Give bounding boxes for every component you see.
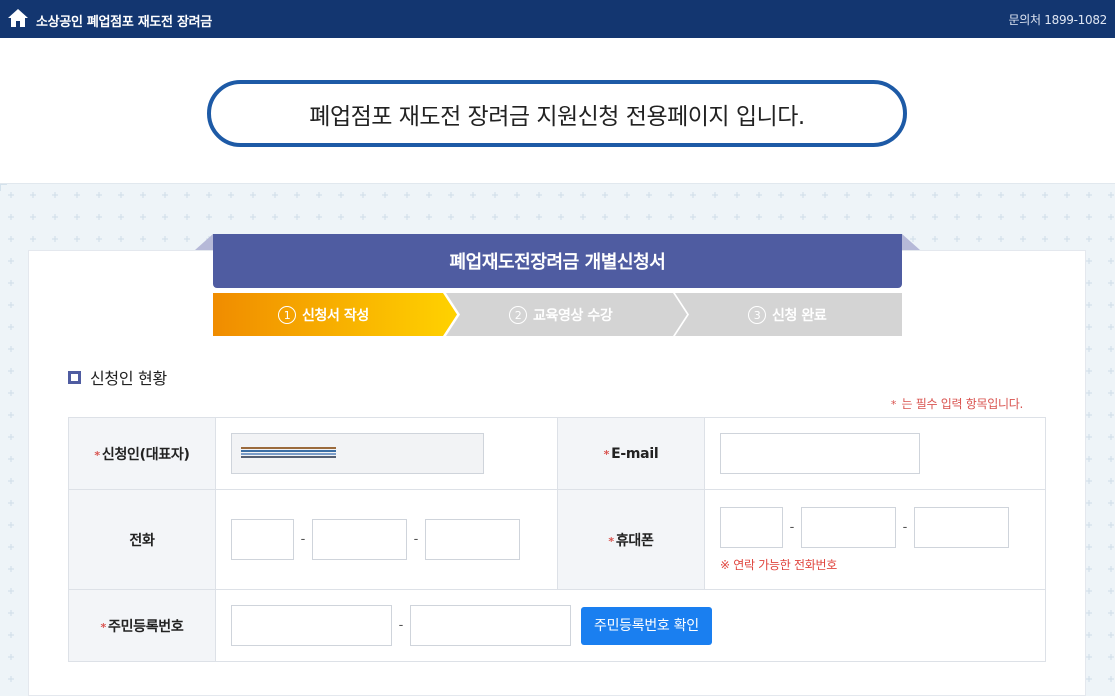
phone-label: 전화 bbox=[68, 489, 216, 590]
email-cell bbox=[704, 417, 1046, 490]
rrn-label: * 주민등록번호 bbox=[68, 589, 216, 662]
rrn-cell: - 주민등록번호 확인 bbox=[215, 589, 1046, 662]
email-label: * E-mail bbox=[557, 417, 705, 490]
section-title-text: 신청인 현황 bbox=[90, 369, 167, 388]
phone-input-1[interactable] bbox=[231, 519, 294, 560]
dash: - bbox=[398, 618, 404, 633]
phone-input-3[interactable] bbox=[425, 519, 520, 560]
email-label-text: E-mail bbox=[611, 445, 659, 462]
mobile-cell: -- ※ 연락 가능한 전화번호 bbox=[704, 489, 1046, 590]
required-star-icon: * bbox=[608, 534, 614, 548]
contact-phone: 문의처 1899-1082 bbox=[1008, 13, 1108, 27]
square-bullet-icon bbox=[68, 370, 81, 384]
progress-steps: 1 신청서 작성 2 교육영상 수강 3 신청 완료 bbox=[213, 293, 902, 336]
mobile-label: * 휴대폰 bbox=[557, 489, 705, 590]
section-title: 신청인 현황 bbox=[68, 365, 167, 389]
step-1-label: 신청서 작성 bbox=[302, 308, 369, 324]
step-1: 1 신청서 작성 bbox=[278, 305, 369, 325]
site-title[interactable]: 소상공인 폐업점포 재도전 장려금 bbox=[36, 11, 212, 30]
mobile-hint: ※ 연락 가능한 전화번호 bbox=[720, 557, 837, 572]
email-input[interactable] bbox=[720, 433, 920, 474]
ribbon-fold-left bbox=[195, 234, 213, 250]
required-star-icon: * bbox=[94, 448, 100, 462]
step-3-label: 신청 완료 bbox=[772, 308, 827, 324]
phone-cell: -- bbox=[215, 489, 558, 590]
rrn-input-2[interactable] bbox=[410, 605, 571, 646]
rrn-input-1[interactable] bbox=[231, 605, 392, 646]
step-2: 2 교육영상 수강 bbox=[509, 305, 613, 325]
top-bar: 소상공인 폐업점포 재도전 장려금 문의처 1899-1082 bbox=[0, 0, 1115, 38]
applicant-cell bbox=[215, 417, 558, 490]
step-1-number: 1 bbox=[278, 306, 296, 324]
dash: - bbox=[902, 519, 908, 535]
dash: - bbox=[789, 519, 795, 535]
masked-name bbox=[241, 447, 336, 458]
step-2-number: 2 bbox=[509, 306, 527, 324]
table-row: * 신청인(대표자) * E-mail bbox=[68, 417, 1046, 490]
phone-input-2[interactable] bbox=[312, 519, 407, 560]
mobile-input-3[interactable] bbox=[914, 506, 1009, 548]
required-note: * 는 필수 입력 항목입니다. bbox=[891, 395, 1023, 412]
ribbon-fold-right bbox=[902, 234, 920, 250]
form-header: 폐업재도전장려금 개별신청서 bbox=[213, 234, 902, 288]
mobile-input-2[interactable] bbox=[801, 506, 896, 548]
mobile-label-text: 휴대폰 bbox=[615, 532, 654, 549]
dash: - bbox=[300, 532, 306, 547]
mobile-inputs: -- bbox=[720, 506, 1030, 548]
required-note-text: 는 필수 입력 항목입니다. bbox=[901, 397, 1024, 411]
mobile-input-1[interactable] bbox=[720, 506, 783, 548]
rrn-label-text: 주민등록번호 bbox=[107, 618, 184, 635]
step-3-number: 3 bbox=[748, 306, 766, 324]
rrn-verify-button[interactable]: 주민등록번호 확인 bbox=[581, 606, 712, 645]
dash: - bbox=[413, 532, 419, 547]
applicant-name-field[interactable] bbox=[231, 433, 484, 474]
table-row: 전화 -- * 휴대폰 -- ※ 연락 가능한 전화번호 bbox=[68, 489, 1046, 590]
required-star-icon: * bbox=[890, 398, 897, 411]
applicant-label-text: 신청인(대표자) bbox=[101, 446, 190, 463]
table-row: * 주민등록번호 - 주민등록번호 확인 bbox=[68, 589, 1046, 662]
applicant-label: * 신청인(대표자) bbox=[68, 417, 216, 490]
required-star-icon: * bbox=[603, 447, 610, 461]
applicant-form-table: * 신청인(대표자) * E-mail 전화 -- * 휴대폰 - - ※ 연락… bbox=[68, 417, 1046, 662]
page-banner: 폐업점포 재도전 장려금 지원신청 전용페이지 입니다. bbox=[207, 80, 907, 147]
step-2-label: 교육영상 수강 bbox=[533, 308, 613, 324]
home-icon[interactable] bbox=[7, 8, 29, 28]
step-3: 3 신청 완료 bbox=[748, 305, 827, 325]
required-star-icon: * bbox=[100, 620, 107, 634]
